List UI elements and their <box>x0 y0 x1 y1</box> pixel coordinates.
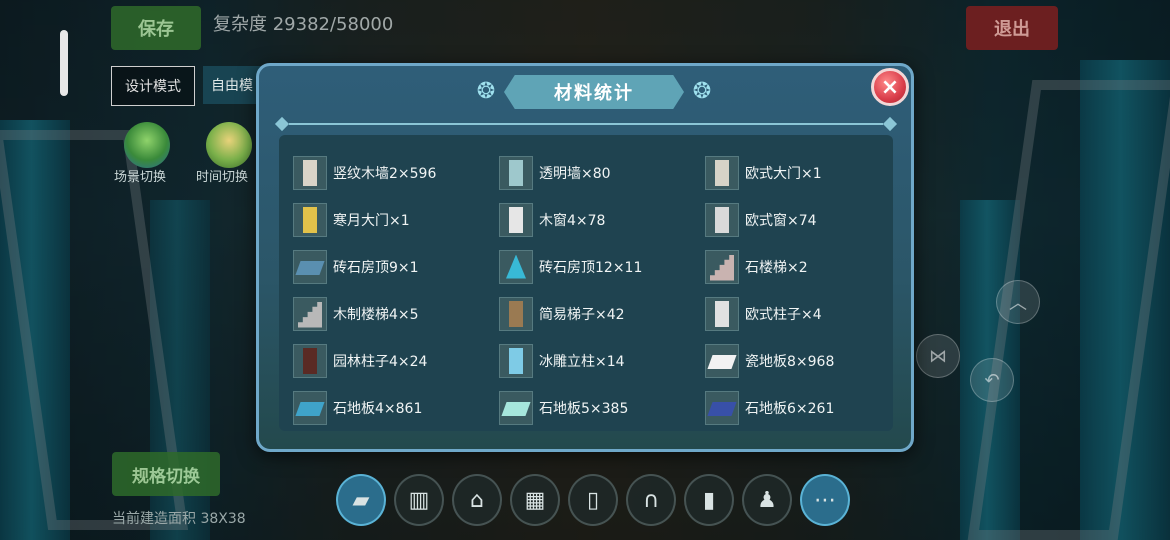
material-stats-dialog: ❂ 材料统计 ❂ × 竖纹木墙2×596 透明墙×80 欧式大门×1 寒月大门×1 木窗… <box>256 63 914 452</box>
material-item: 石地板4×861 <box>293 384 499 431</box>
cone-roof-icon <box>499 249 533 284</box>
hotbar-slot-arch[interactable]: ∩ <box>626 474 676 526</box>
stone-floor-dark-icon <box>705 390 739 425</box>
save-button[interactable]: 保存 <box>111 6 201 50</box>
stone-floor-light-icon <box>499 390 533 425</box>
arch-gate-icon: ⌂ <box>470 487 484 513</box>
title-ornament-right-icon: ❂ <box>692 79 712 104</box>
free-mode-tab[interactable]: 自由模 <box>203 66 263 104</box>
material-item-label: 透明墙×80 <box>539 165 611 182</box>
european-window-icon <box>705 202 739 237</box>
material-item-label: 竖纹木墙2×596 <box>333 165 437 182</box>
more-icon: ⋯ <box>814 487 836 513</box>
dialog-title: 材料统计 <box>504 75 684 109</box>
hotbar-slot-panel-door[interactable]: ▮ <box>684 474 734 526</box>
complexity-counter: 复杂度 29382/58000 <box>213 14 394 35</box>
time-switch-icon[interactable] <box>206 122 252 168</box>
panel-door-icon: ▮ <box>702 487 716 513</box>
hotbar-more-button[interactable]: ⋯ <box>800 474 850 526</box>
ladder-icon <box>499 296 533 331</box>
close-button[interactable]: × <box>871 68 909 106</box>
build-area-label: 当前建造面积 38X38 <box>112 511 246 527</box>
scene-switch-label: 场景切换 <box>114 170 167 185</box>
material-item: 透明墙×80 <box>499 149 705 196</box>
material-item-label: 园林柱子4×24 <box>333 353 428 370</box>
glass-wall-icon <box>499 155 533 190</box>
menu-handle[interactable] <box>60 30 68 96</box>
stone-stairs-icon <box>705 249 739 284</box>
material-item: 园林柱子4×24 <box>293 337 499 384</box>
material-item-label: 石地板6×261 <box>745 400 835 417</box>
material-item: 瓷地板8×968 <box>705 337 911 384</box>
material-item: 石地板5×385 <box>499 384 705 431</box>
hotbar-slot-eraser[interactable]: ▰ <box>336 474 386 526</box>
undo-icon[interactable]: ↶ <box>970 358 1014 402</box>
window-icon: ▦ <box>524 487 546 513</box>
material-item: 木窗4×78 <box>499 196 705 243</box>
scene-switch-icon[interactable] <box>124 122 170 168</box>
porcelain-floor-icon <box>705 343 739 378</box>
material-item: 欧式窗×74 <box>705 196 911 243</box>
time-switch-label: 时间切换 <box>196 170 249 185</box>
material-item-label: 木窗4×78 <box>539 212 606 229</box>
spec-switch-button[interactable]: 规格切换 <box>112 452 220 496</box>
hotbar-slot-door[interactable]: ▯ <box>568 474 618 526</box>
material-item: 木制楼梯4×5 <box>293 290 499 337</box>
fence-icon: ▥ <box>408 487 430 513</box>
moon-gate-icon <box>293 202 327 237</box>
arch-icon: ∩ <box>642 487 660 513</box>
wood-window-icon <box>499 202 533 237</box>
material-item-label: 瓷地板8×968 <box>745 353 835 370</box>
material-item: 冰雕立柱×14 <box>499 337 705 384</box>
ice-pillar-icon <box>499 343 533 378</box>
hotbar: ▰ ▥ ⌂ ▦ ▯ ∩ ▮ ♟ ⋯ <box>336 474 850 526</box>
material-item-label: 寒月大门×1 <box>333 212 410 229</box>
european-pillar-icon <box>705 296 739 331</box>
design-mode-tab[interactable]: 设计模式 <box>111 66 195 106</box>
hotbar-slot-window[interactable]: ▦ <box>510 474 560 526</box>
stone-floor-icon <box>293 390 327 425</box>
material-item: 石楼梯×2 <box>705 243 911 290</box>
exit-button[interactable]: 退出 <box>966 6 1058 50</box>
material-item-label: 简易梯子×42 <box>539 306 625 323</box>
material-item: 简易梯子×42 <box>499 290 705 337</box>
garden-pillar-icon <box>293 343 327 378</box>
material-item-label: 欧式柱子×4 <box>745 306 822 323</box>
wood-wall-icon <box>293 155 327 190</box>
material-item: 寒月大门×1 <box>293 196 499 243</box>
chevron-up-icon[interactable]: ︿ <box>996 280 1040 324</box>
material-item-label: 砖石房顶9×1 <box>333 259 419 276</box>
door-icon: ▯ <box>586 487 600 513</box>
mirror-icon[interactable]: ⋈ <box>916 334 960 378</box>
european-gate-icon <box>705 155 739 190</box>
hotbar-slot-fence[interactable]: ▥ <box>394 474 444 526</box>
material-item: 欧式柱子×4 <box>705 290 911 337</box>
hotbar-slot-lamp-post[interactable]: ♟ <box>742 474 792 526</box>
material-item-label: 欧式窗×74 <box>745 212 817 229</box>
material-item-label: 砖石房顶12×11 <box>539 259 643 276</box>
material-item-label: 欧式大门×1 <box>745 165 822 182</box>
material-item-label: 石地板5×385 <box>539 400 629 417</box>
material-item-label: 石地板4×861 <box>333 400 423 417</box>
title-divider <box>289 123 883 125</box>
material-list: 竖纹木墙2×596 透明墙×80 欧式大门×1 寒月大门×1 木窗4×78 欧式窗×74 砖… <box>279 135 893 431</box>
material-item-label: 石楼梯×2 <box>745 259 808 276</box>
material-item: 砖石房顶12×11 <box>499 243 705 290</box>
material-item: 欧式大门×1 <box>705 149 911 196</box>
title-ornament-left-icon: ❂ <box>476 79 496 104</box>
hotbar-slot-arch-gate[interactable]: ⌂ <box>452 474 502 526</box>
lamp-post-icon: ♟ <box>757 487 777 513</box>
eraser-icon: ▰ <box>352 487 370 513</box>
brick-roof-icon <box>293 249 327 284</box>
material-item: 砖石房顶9×1 <box>293 243 499 290</box>
wood-stairs-icon <box>293 296 327 331</box>
material-item: 竖纹木墙2×596 <box>293 149 499 196</box>
material-item: 石地板6×261 <box>705 384 911 431</box>
material-item-label: 木制楼梯4×5 <box>333 306 419 323</box>
material-item-label: 冰雕立柱×14 <box>539 353 625 370</box>
